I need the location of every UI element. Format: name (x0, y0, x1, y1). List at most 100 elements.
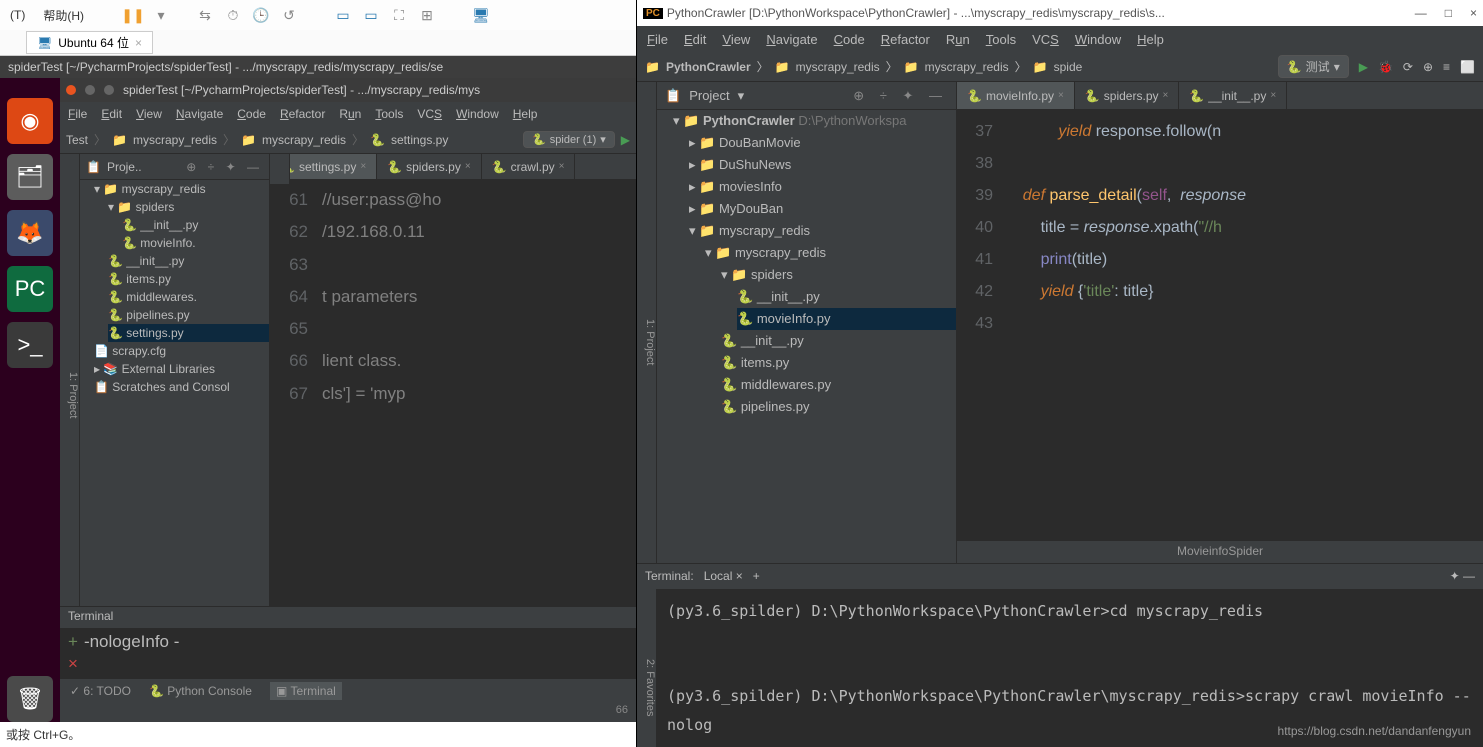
sidebar-favorites-btn[interactable]: 2: Favorites (637, 589, 657, 747)
screen-icon[interactable]: 🖥 (470, 4, 492, 26)
terminal-icon[interactable]: >_ (7, 322, 53, 368)
run-icon[interactable]: ▶ (621, 133, 630, 147)
sidebar-project-btn[interactable]: 1: Project (60, 154, 80, 606)
transfer-icon[interactable]: ⇆ (194, 4, 216, 26)
tree-file[interactable]: 🐍 pipelines.py (108, 306, 269, 324)
trash-icon[interactable]: 🗑 (7, 676, 53, 722)
menu-refactor[interactable]: Refactor (881, 32, 930, 47)
debug-icon[interactable]: 🐞 (1378, 60, 1393, 74)
vm-menu-help[interactable]: 帮助(H) (37, 3, 90, 28)
window-min-icon[interactable]: — (1415, 6, 1427, 20)
window-close-icon[interactable]: × (1470, 6, 1477, 20)
terminal-add-icon[interactable]: + (68, 632, 78, 652)
sidebar-project-btn[interactable]: 1: Project (637, 82, 657, 563)
code-editor[interactable]: 61 62 63 64 65 66 67 //user:pass@ho /192… (270, 180, 636, 606)
close-icon[interactable]: × (135, 36, 142, 50)
tab-spiders[interactable]: 🐍 spiders.py × (377, 154, 482, 179)
tab-init[interactable]: 🐍 __init__.py × (1179, 82, 1287, 109)
fullscreen-icon[interactable]: ⛶ (388, 4, 410, 26)
menu-run[interactable]: Run (946, 32, 970, 47)
firefox-icon[interactable]: 🦊 (7, 210, 53, 256)
menu-edit[interactable]: Edit (684, 32, 706, 47)
window-max-icon[interactable] (104, 85, 114, 95)
tree-dir[interactable]: ▸ 📁 MyDouBan (689, 198, 956, 220)
tree-root[interactable]: ▾ 📁 myscrapy_redis (94, 180, 269, 198)
tree-file-selected[interactable]: 🐍 settings.py (108, 324, 269, 342)
window-max-icon[interactable]: □ (1445, 6, 1452, 20)
crumb-2[interactable]: myscrapy_redis (262, 133, 346, 147)
unity-icon[interactable]: ⊞ (416, 4, 438, 26)
menu-refactor[interactable]: Refactor (280, 107, 325, 121)
run-icon[interactable]: ▶ (1359, 60, 1368, 74)
tree-root[interactable]: ▾ 📁 PythonCrawler D:\PythonWorkspa (673, 110, 956, 132)
menu-view[interactable]: View (136, 107, 162, 121)
terminal-add-icon[interactable]: + (753, 569, 760, 583)
tree-spiders[interactable]: ▾ 📁 spiders (721, 264, 956, 286)
window-min-icon[interactable] (85, 85, 95, 95)
menu-window[interactable]: Window (1075, 32, 1121, 47)
clock-icon[interactable]: 🕒 (250, 4, 272, 26)
tree-scratch[interactable]: 📋 Scratches and Consol (94, 378, 269, 396)
run-config-selector[interactable]: 🐍spider (1) ▾ (523, 131, 615, 148)
menu-window[interactable]: Window (456, 107, 499, 121)
crumb-0[interactable]: Test (66, 133, 88, 147)
menu-vcs[interactable]: VCS (1032, 32, 1059, 47)
tree-file[interactable]: 🐍 movieInfo. (122, 234, 269, 252)
tab-crawl[interactable]: 🐍 crawl.py × (482, 154, 576, 179)
files-icon[interactable]: 🗂 (7, 154, 53, 200)
tree-file[interactable]: 🐍 __init__.py (721, 330, 956, 352)
menu-help[interactable]: Help (1137, 32, 1164, 47)
menu-file[interactable]: File (647, 32, 668, 47)
crumb-3[interactable]: spide (1054, 60, 1083, 74)
tree-dir[interactable]: ▸ 📁 moviesInfo (689, 176, 956, 198)
tree-file[interactable]: 🐍 middlewares.py (721, 374, 956, 396)
tree-file[interactable]: 🐍 __init__.py (108, 252, 269, 270)
menu-view[interactable]: View (722, 32, 750, 47)
terminal-body[interactable]: (py3.6_spilder) D:\PythonWorkspace\Pytho… (657, 589, 1483, 747)
tree-dir[interactable]: ▸ 📁 DouBanMovie (689, 132, 956, 154)
terminal-body[interactable]: + × -nologeInfo - (60, 628, 636, 678)
code-editor[interactable]: 37 38 39 40 41 42 43 yield response.foll… (957, 110, 1483, 541)
tree-file-selected[interactable]: 🐍 movieInfo.py (737, 308, 956, 330)
crumb-3[interactable]: settings.py (391, 133, 448, 147)
revert-icon[interactable]: ↺ (278, 4, 300, 26)
menu-vcs[interactable]: VCS (417, 107, 442, 121)
tree-cfg[interactable]: 📄 scrapy.cfg (94, 342, 269, 360)
view2-icon[interactable]: ▭ (360, 4, 382, 26)
tab-terminal[interactable]: ▣ Terminal (270, 682, 342, 700)
menu-navigate[interactable]: Navigate (176, 107, 223, 121)
vm-menu-t[interactable]: (T) (4, 4, 31, 26)
view1-icon[interactable]: ▭ (332, 4, 354, 26)
crumb-0[interactable]: PythonCrawler (666, 60, 751, 74)
tree-file[interactable]: 🐍 middlewares. (108, 288, 269, 306)
menu-tools[interactable]: Tools (986, 32, 1016, 47)
menu-edit[interactable]: Edit (101, 107, 122, 121)
tab-todo[interactable]: ✓ 6: TODO (70, 684, 131, 698)
window-close-icon[interactable] (66, 85, 76, 95)
terminal-tab-local[interactable]: Local × (704, 569, 743, 583)
tab-console[interactable]: 🐍 Python Console (149, 684, 252, 698)
dropdown-icon[interactable]: ▾ (150, 4, 172, 26)
menu-tools[interactable]: Tools (375, 107, 403, 121)
tree-tools[interactable]: ⊕ ÷ ✦ — (853, 88, 948, 104)
pause-icon[interactable]: ❚❚ (122, 4, 144, 26)
tree-tools[interactable]: ⊕ ÷ ✦ — (186, 160, 263, 174)
tree-file[interactable]: 🐍 items.py (721, 352, 956, 374)
menu-run[interactable]: Run (339, 107, 361, 121)
tree-dir[interactable]: ▸ 📁 DuShuNews (689, 154, 956, 176)
tab-movieinfo[interactable]: 🐍 movieInfo.py × (957, 82, 1075, 109)
tree-file[interactable]: 🐍 items.py (108, 270, 269, 288)
menu-navigate[interactable]: Navigate (766, 32, 817, 47)
tree-file[interactable]: 🐍 __init__.py (737, 286, 956, 308)
editor-breadcrumb[interactable]: MovieinfoSpider (957, 541, 1483, 563)
tree-subdir[interactable]: ▾ 📁 myscrapy_redis (705, 242, 956, 264)
menu-code[interactable]: Code (834, 32, 865, 47)
tree-file[interactable]: 🐍 pipelines.py (721, 396, 956, 418)
tree-dir[interactable]: ▾ 📁 myscrapy_redis (689, 220, 956, 242)
crumb-2[interactable]: myscrapy_redis (925, 60, 1009, 74)
profile-icon[interactable]: ≡ (1443, 60, 1450, 74)
terminal-close-icon[interactable]: × (68, 654, 78, 674)
search-icon[interactable]: ⬜ (1460, 60, 1475, 74)
tree-ext[interactable]: ▸ 📚 External Libraries (94, 360, 269, 378)
vm-tab-ubuntu[interactable]: 🖥 Ubuntu 64 位 × (26, 31, 153, 54)
